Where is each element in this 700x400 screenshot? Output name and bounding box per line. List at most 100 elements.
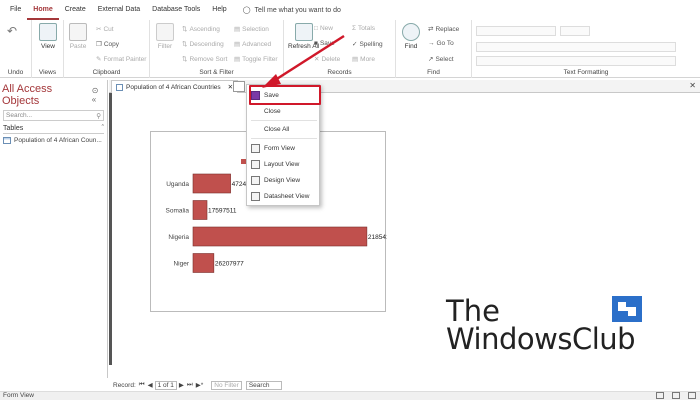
- data-label: 26207977: [215, 261, 244, 268]
- last-record-icon[interactable]: ⏭: [187, 381, 193, 389]
- ctx-separator-1: [251, 120, 317, 121]
- find-group-label: Find: [427, 69, 440, 76]
- sort-asc-icon: ⇅: [182, 26, 188, 33]
- record-search-input[interactable]: Search: [245, 380, 282, 390]
- bar-somalia: [192, 200, 208, 220]
- layout-view-switch-icon[interactable]: [672, 392, 680, 399]
- navigation-pane: All Access Objects ⊙ « Search... ⚲ Table…: [0, 80, 108, 378]
- menu-bar: File Home Create External Data Database …: [0, 0, 700, 20]
- totals-button[interactable]: Σ Totals: [352, 25, 375, 32]
- form-view-switch-icon[interactable]: [656, 392, 664, 399]
- format-painter-button[interactable]: ✎ Format Painter: [96, 55, 146, 64]
- clipboard-group: Paste ✂ Cut ❐ Copy ✎ Format Painter Clipboa…: [64, 20, 150, 78]
- save-icon: ■: [314, 40, 318, 47]
- record-position-field[interactable]: 1 of 1: [154, 380, 177, 390]
- category-label: Niger: [173, 261, 189, 268]
- delete-icon: ✕: [314, 56, 320, 63]
- funnel-icon: [156, 23, 174, 41]
- ctx-design-view[interactable]: Design View: [251, 173, 317, 187]
- save-record-button[interactable]: ■ Save: [314, 40, 335, 47]
- spelling-button[interactable]: ✓ Spelling: [352, 40, 383, 49]
- ribbon: ↶ Undo View Views Paste ✂ Cut ❐ Copy ✎ Form…: [0, 20, 700, 78]
- descending-button[interactable]: ⇅ Descending: [182, 40, 224, 49]
- nav-search-box[interactable]: Search... ⚲: [3, 110, 104, 121]
- record-navigator: Record: ⏮ ◀ 1 of 1 ▶ ⏭ ▶* No Filter Sear…: [109, 380, 700, 390]
- record-label: Record:: [113, 381, 136, 389]
- nav-table-item[interactable]: Population of 4 African Coun...: [3, 137, 104, 144]
- bar-niger: [192, 253, 215, 273]
- font-name-box[interactable]: [476, 26, 556, 36]
- prev-record-icon[interactable]: ◀: [148, 381, 153, 389]
- data-label: 218541212: [368, 234, 387, 241]
- menu-help[interactable]: Help: [206, 0, 232, 20]
- copy-icon: ❐: [96, 41, 102, 48]
- records-group-label: Records: [327, 69, 352, 76]
- document-tab-bar: Population of 4 African Countries ✕ ✕: [109, 80, 700, 93]
- layout-view-icon: [251, 159, 260, 169]
- menu-database-tools[interactable]: Database Tools: [146, 0, 206, 20]
- nav-search-input[interactable]: Search...: [6, 112, 32, 119]
- next-record-icon[interactable]: ▶: [179, 381, 184, 389]
- logo-svg: [618, 302, 636, 316]
- new-record-icon[interactable]: ▶*: [196, 381, 204, 389]
- paste-button[interactable]: Paste: [69, 23, 87, 50]
- ctx-close[interactable]: Close: [251, 104, 317, 118]
- more-button[interactable]: ▤ More: [352, 55, 375, 64]
- form-icon: [116, 83, 123, 91]
- filter-button[interactable]: Filter: [156, 23, 174, 50]
- replace-button[interactable]: ⇄ Replace: [428, 25, 459, 34]
- select-button[interactable]: ↗ Select: [428, 55, 454, 64]
- font-size-box[interactable]: [560, 26, 590, 36]
- ascending-button[interactable]: ⇅ Ascending: [182, 25, 220, 34]
- toggle-filter-button[interactable]: ▤ Toggle Filter: [234, 55, 278, 64]
- nav-collapse-icon[interactable]: ⊙ «: [92, 86, 105, 104]
- cut-button[interactable]: ✂ Cut: [96, 25, 114, 34]
- first-record-icon[interactable]: ⏮: [139, 381, 145, 389]
- goto-button[interactable]: → Go To: [428, 40, 454, 47]
- find-group: Find ⇄ Replace → Go To ↗ Select Find: [396, 20, 472, 78]
- ctx-datasheet-view[interactable]: Datasheet View: [251, 189, 317, 203]
- view-button[interactable]: View: [39, 23, 57, 50]
- refresh-icon: [294, 23, 313, 41]
- scissors-icon: ✂: [96, 26, 102, 33]
- category-label: Uganda: [166, 181, 189, 188]
- windows-club-logo-icon: [612, 296, 642, 322]
- find-button[interactable]: Find: [402, 23, 420, 50]
- copy-button[interactable]: ❐ Copy: [96, 40, 119, 49]
- ctx-form-view[interactable]: Form View: [251, 141, 317, 155]
- filter-status[interactable]: No Filter: [211, 380, 242, 390]
- tell-me-text: Tell me what you want to do: [254, 6, 341, 14]
- menu-create[interactable]: Create: [59, 0, 92, 20]
- advanced-button[interactable]: ▤ Advanced: [234, 40, 271, 49]
- data-label: 17597511: [208, 208, 237, 215]
- nav-table-label: Population of 4 African Coun...: [14, 137, 102, 144]
- ctx-close-all[interactable]: Close All: [251, 122, 317, 136]
- record-selector-bar[interactable]: [109, 93, 112, 365]
- bar-uganda: [192, 173, 231, 194]
- design-view-switch-icon[interactable]: [688, 392, 696, 399]
- second-tab-icon[interactable]: [233, 81, 245, 92]
- toggle-filter-icon: ▤: [234, 56, 241, 63]
- view-switcher: [656, 392, 696, 399]
- views-group: View Views: [32, 20, 64, 78]
- menu-file[interactable]: File: [4, 0, 27, 20]
- form-view-icon: [251, 143, 260, 153]
- close-document-icon[interactable]: ✕: [689, 81, 696, 90]
- view-icon: [39, 23, 57, 41]
- document-tab[interactable]: Population of 4 African Countries ✕: [111, 80, 239, 93]
- format-row-2: [476, 56, 676, 66]
- menu-home[interactable]: Home: [27, 0, 59, 20]
- tell-me-box[interactable]: ◯ Tell me what you want to do: [243, 6, 341, 15]
- tables-section-header[interactable]: Tables ˆ: [3, 125, 104, 134]
- datasheet-view-icon: [251, 191, 260, 201]
- new-record-button[interactable]: □ New: [314, 25, 333, 32]
- ctx-layout-view[interactable]: Layout View: [251, 157, 317, 171]
- selection-button[interactable]: ▤ Selection: [234, 25, 269, 34]
- sigma-icon: Σ: [352, 25, 357, 32]
- menu-external-data[interactable]: External Data: [92, 0, 146, 20]
- nav-header[interactable]: All Access Objects ⊙ «: [0, 80, 107, 110]
- watermark: The WindowsClub: [446, 294, 676, 359]
- delete-record-button[interactable]: ✕ Delete: [314, 55, 340, 64]
- remove-sort-button[interactable]: ⇅ Remove Sort: [182, 55, 227, 64]
- undo-button[interactable]: ↶: [7, 24, 17, 38]
